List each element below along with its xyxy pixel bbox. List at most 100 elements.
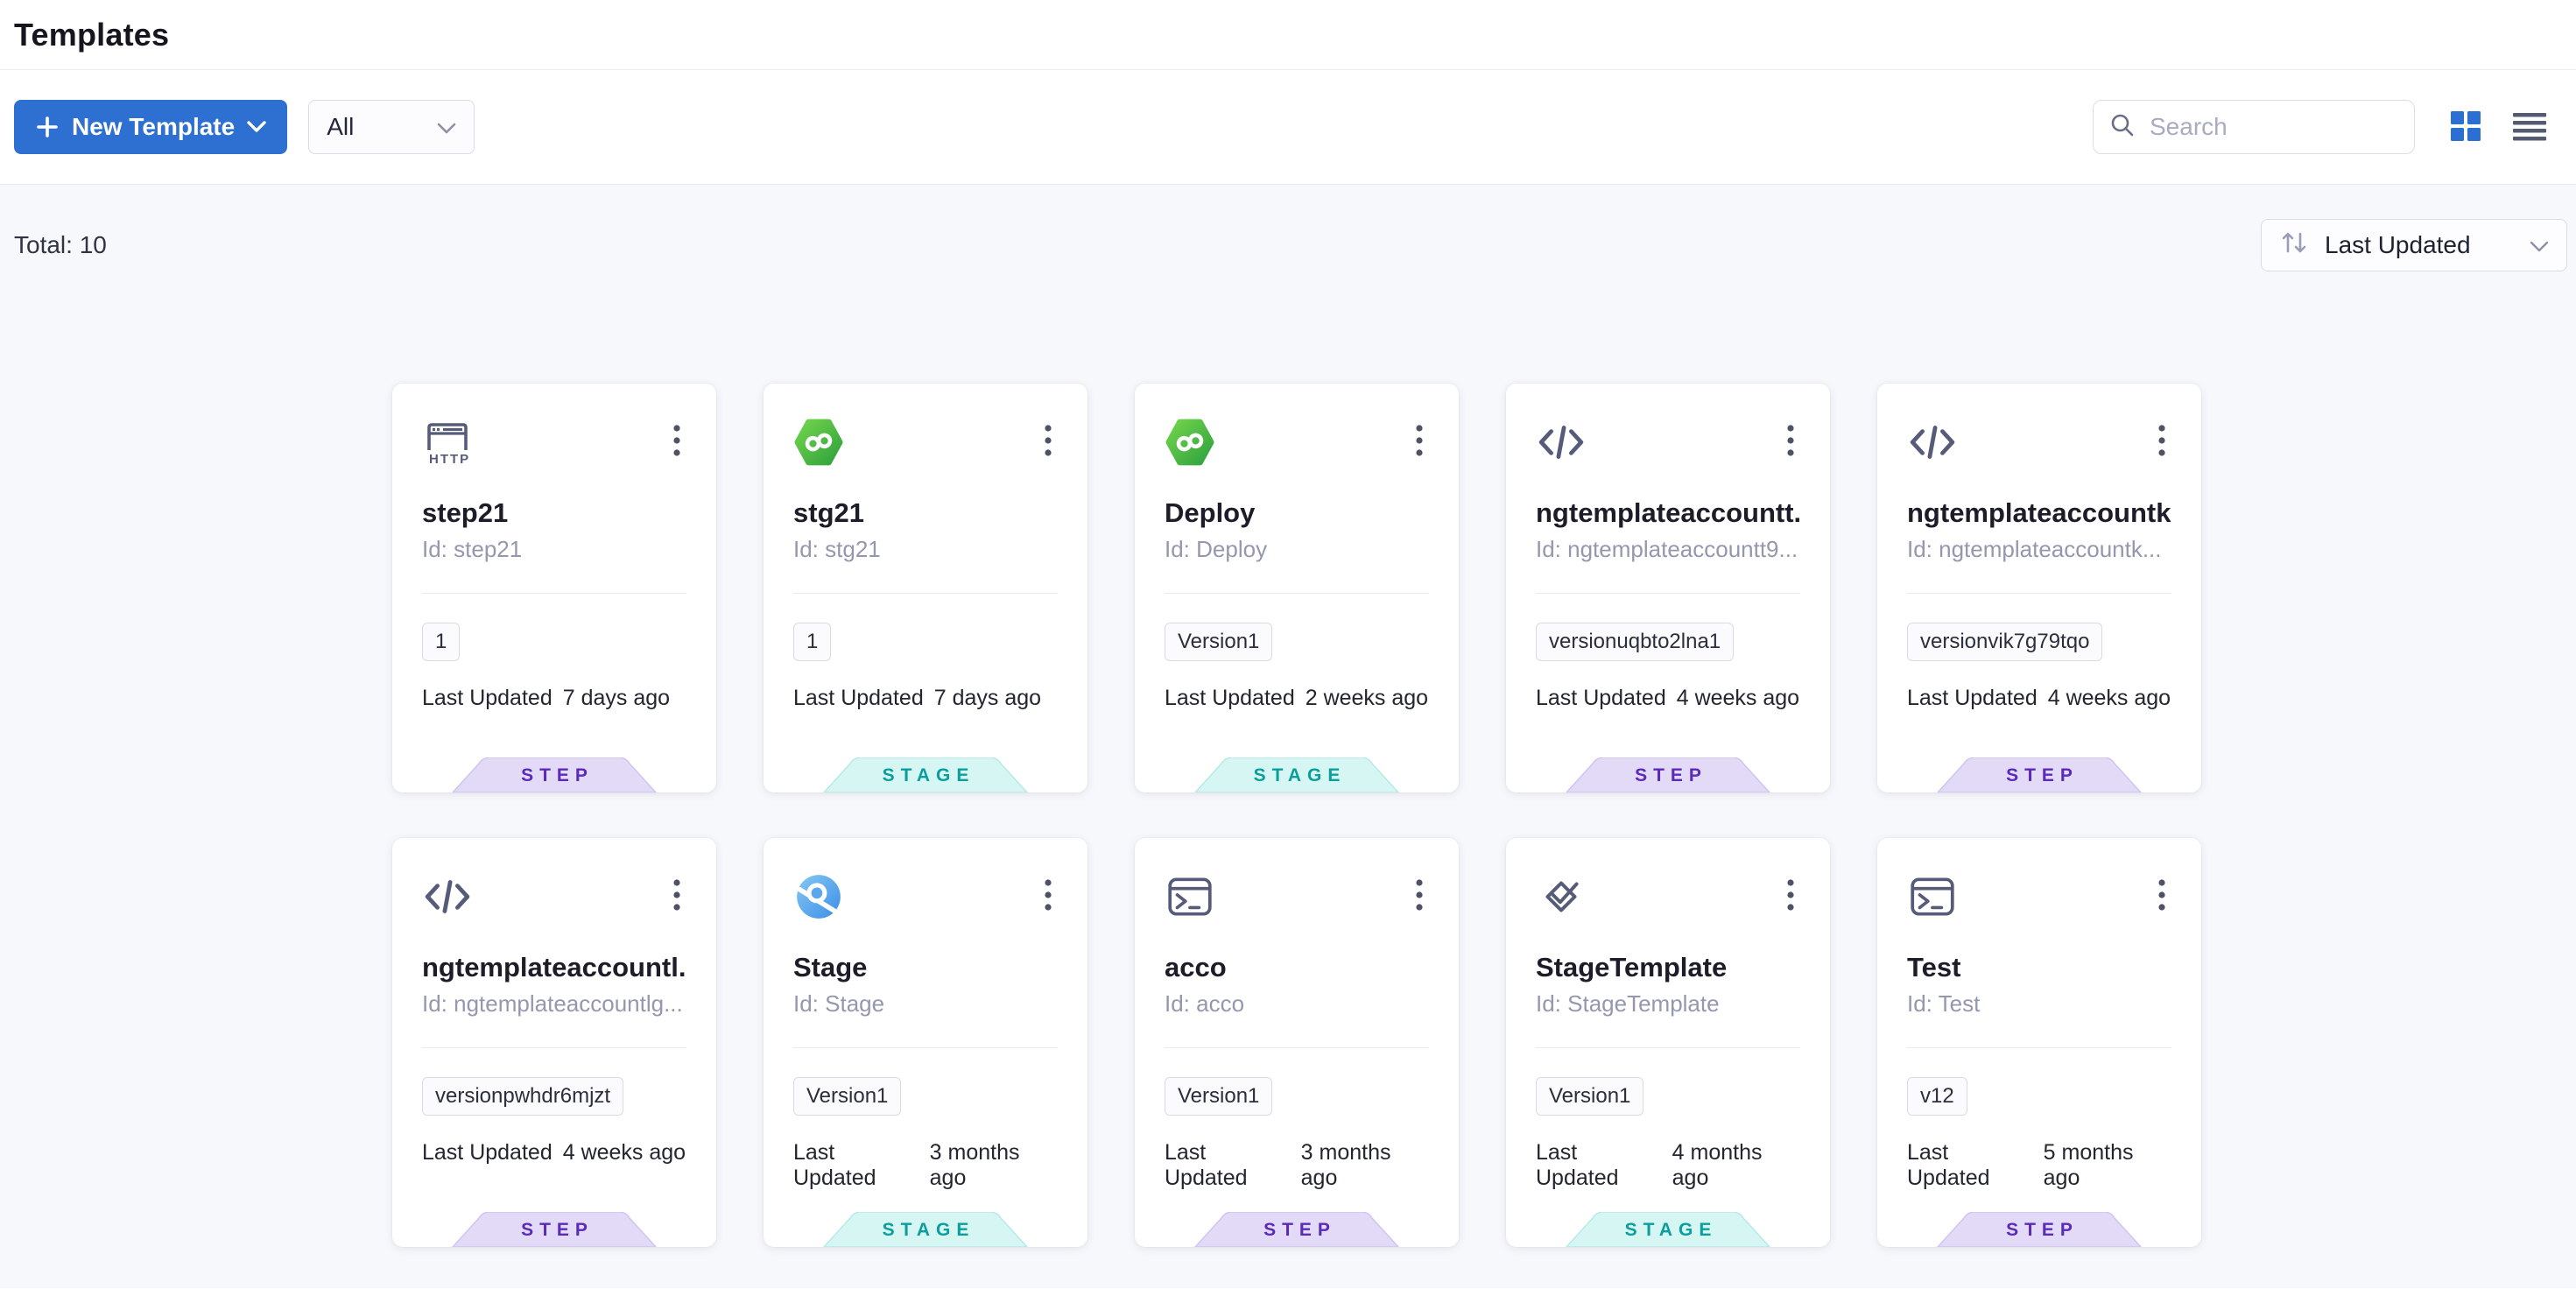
- card-menu-button[interactable]: [1038, 871, 1058, 919]
- template-id: Id: Stage: [793, 990, 1058, 1018]
- template-name: Test: [1907, 952, 2171, 983]
- search-input[interactable]: [2150, 113, 2466, 141]
- last-updated: Last Updated 4 weeks ago: [1907, 686, 2171, 711]
- template-type-label: STAGE: [822, 1212, 1029, 1247]
- last-updated-label: Last Updated: [1907, 686, 2038, 711]
- template-type-badge: STEP: [451, 757, 658, 792]
- card-menu-button[interactable]: [1038, 417, 1058, 465]
- template-type-badge: STEP: [1936, 757, 2143, 792]
- chevron-down-icon: [437, 113, 456, 141]
- grid-view-button[interactable]: [2448, 109, 2483, 146]
- version-chip: versionvik7g79tqo: [1907, 623, 2102, 661]
- template-name: Stage: [793, 952, 1058, 983]
- search-box: [2093, 100, 2415, 154]
- template-type-badge: STEP: [451, 1212, 658, 1247]
- template-id: Id: step21: [422, 536, 686, 563]
- template-card[interactable]: acco Id: acco Version1 Last Updated 3 mo…: [1135, 838, 1459, 1247]
- card-menu-button[interactable]: [2152, 871, 2171, 919]
- template-card[interactable]: Test Id: Test v12 Last Updated 5 months …: [1877, 838, 2201, 1247]
- template-card[interactable]: ngtemplateaccountk... Id: ngtemplateacco…: [1877, 384, 2201, 792]
- template-name: ngtemplateaccountl...: [422, 952, 686, 983]
- version-chip: Version1: [1165, 623, 1272, 661]
- template-name: step21: [422, 497, 686, 529]
- terminal-icon: [1907, 871, 1958, 922]
- template-card[interactable]: HTTP step21 Id: step21 1 Last Updated 7 …: [392, 384, 716, 792]
- card-menu-button[interactable]: [667, 871, 686, 919]
- new-template-button[interactable]: New Template: [14, 100, 287, 154]
- last-updated-value: 7 days ago: [563, 686, 670, 711]
- card-menu-button[interactable]: [667, 417, 686, 465]
- code-icon: [1536, 417, 1587, 468]
- search-icon: [2109, 112, 2136, 143]
- template-type-badge: STEP: [1936, 1212, 2143, 1247]
- template-id: Id: ngtemplateaccountlg...: [422, 990, 686, 1018]
- template-id: Id: stg21: [793, 536, 1058, 563]
- template-type-label: STEP: [451, 1212, 658, 1247]
- last-updated-value: 4 weeks ago: [1677, 686, 1799, 711]
- total-count: Total: 10: [14, 219, 107, 259]
- template-card[interactable]: stg21 Id: stg21 1 Last Updated 7 days ag…: [764, 384, 1087, 792]
- last-updated-value: 7 days ago: [934, 686, 1041, 711]
- terminal-icon: [1165, 871, 1215, 922]
- template-type-label: STEP: [1936, 1212, 2143, 1247]
- template-type-badge: STAGE: [822, 1212, 1029, 1247]
- template-id: Id: Test: [1907, 990, 2171, 1018]
- template-card[interactable]: Stage Id: Stage Version1 Last Updated 3 …: [764, 838, 1087, 1247]
- version-chip: 1: [422, 623, 460, 661]
- cd-icon: [1165, 417, 1215, 468]
- last-updated-value: 4 weeks ago: [563, 1140, 686, 1166]
- code-icon: [422, 871, 473, 922]
- list-view-button[interactable]: [2511, 109, 2548, 146]
- new-template-label: New Template: [72, 113, 235, 141]
- chevron-down-icon: [2530, 231, 2549, 259]
- template-card[interactable]: Deploy Id: Deploy Version1 Last Updated …: [1135, 384, 1459, 792]
- template-type-label: STEP: [1193, 1212, 1400, 1247]
- last-updated-label: Last Updated: [793, 1140, 919, 1191]
- last-updated-label: Last Updated: [1165, 1140, 1291, 1191]
- template-id: Id: StageTemplate: [1536, 990, 1800, 1018]
- card-menu-button[interactable]: [2152, 417, 2171, 465]
- last-updated: Last Updated 5 months ago: [1907, 1140, 2171, 1191]
- sort-dropdown[interactable]: Last Updated: [2261, 219, 2567, 271]
- card-menu-button[interactable]: [1410, 417, 1429, 465]
- card-menu-button[interactable]: [1781, 871, 1800, 919]
- last-updated-value: 3 months ago: [1301, 1140, 1429, 1191]
- template-name: StageTemplate: [1536, 952, 1800, 983]
- last-updated-label: Last Updated: [1536, 1140, 1662, 1191]
- last-updated: Last Updated 3 months ago: [793, 1140, 1058, 1191]
- template-id: Id: Deploy: [1165, 536, 1429, 563]
- template-type-label: STEP: [1565, 757, 1771, 792]
- code-icon: [1907, 417, 1958, 468]
- sort-value: Last Updated: [2325, 231, 2514, 259]
- last-updated-label: Last Updated: [422, 1140, 553, 1166]
- template-type-filter[interactable]: All: [308, 100, 475, 154]
- last-updated-label: Last Updated: [1907, 1140, 2033, 1191]
- version-chip: Version1: [793, 1077, 901, 1116]
- last-updated: Last Updated 7 days ago: [422, 686, 686, 711]
- last-updated: Last Updated 4 weeks ago: [422, 1140, 686, 1166]
- plus-icon: [35, 115, 60, 139]
- template-card[interactable]: ngtemplateaccountl... Id: ngtemplateacco…: [392, 838, 716, 1247]
- version-chip: Version1: [1165, 1077, 1272, 1116]
- filter-value: All: [327, 113, 354, 141]
- list-view-icon: [2511, 109, 2548, 146]
- card-menu-button[interactable]: [1410, 871, 1429, 919]
- last-updated-label: Last Updated: [422, 686, 553, 711]
- toolbar: New Template All: [0, 70, 2576, 185]
- template-card[interactable]: ngtemplateaccountt... Id: ngtemplateacco…: [1506, 384, 1830, 792]
- template-name: ngtemplateaccountt...: [1536, 497, 1800, 529]
- template-type-badge: STAGE: [1565, 1212, 1771, 1247]
- cd-icon: [793, 417, 844, 468]
- card-menu-button[interactable]: [1781, 417, 1800, 465]
- template-name: ngtemplateaccountk...: [1907, 497, 2171, 529]
- chevron-down-icon: [247, 121, 266, 133]
- template-name: stg21: [793, 497, 1058, 529]
- last-updated-value: 2 weeks ago: [1306, 686, 1428, 711]
- view-toggles: [2448, 109, 2548, 146]
- page-header: Templates: [0, 0, 2576, 70]
- template-type-label: STEP: [451, 757, 658, 792]
- last-updated-value: 4 months ago: [1672, 1140, 1800, 1191]
- template-card[interactable]: StageTemplate Id: StageTemplate Version1…: [1506, 838, 1830, 1247]
- version-chip: Version1: [1536, 1077, 1643, 1116]
- diamond-check-icon: [1536, 871, 1587, 922]
